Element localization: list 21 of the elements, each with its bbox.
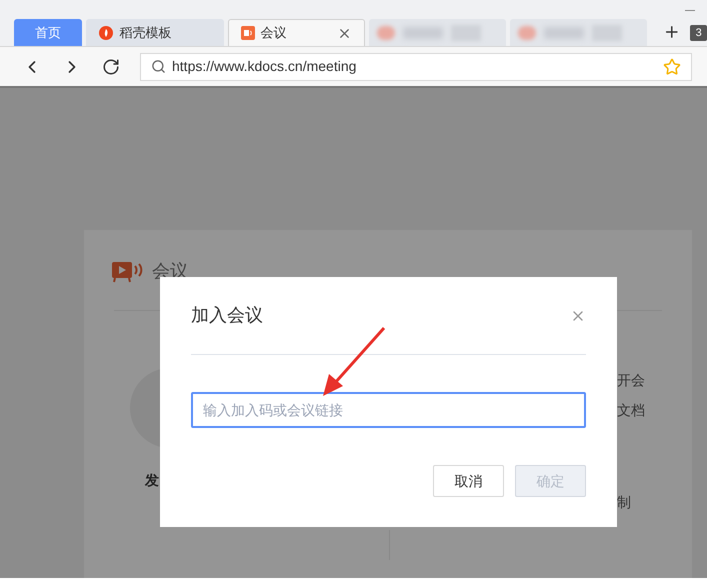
flame-icon — [99, 26, 114, 40]
address-bar[interactable]: https://www.kdocs.cn/meeting — [140, 52, 692, 80]
search-icon — [151, 59, 166, 74]
browser-tab[interactable]: 稻壳模板 — [86, 19, 224, 46]
page-text: 发 — [145, 471, 159, 490]
page-text: 制 — [617, 493, 631, 512]
dialog-title: 加入会议 — [191, 304, 263, 327]
url-text: https://www.kdocs.cn/meeting — [172, 57, 358, 76]
star-icon[interactable] — [663, 58, 681, 76]
tab-count[interactable]: 3 — [690, 25, 707, 41]
page-text: 文档 — [617, 401, 645, 420]
page-text: 开会 — [617, 371, 645, 390]
pointer-arrow — [320, 326, 386, 398]
tab-label: 会议 — [260, 24, 288, 42]
input-field[interactable]: 输入加入码或会议链接 — [191, 392, 586, 428]
cancel-button[interactable]: 取消 — [433, 465, 504, 497]
video-icon — [240, 26, 255, 40]
reload-icon[interactable] — [102, 58, 120, 76]
meeting-icon — [112, 260, 144, 282]
tab-label: 稻壳模板 — [119, 24, 172, 42]
browser-tab[interactable]: 会议 — [228, 19, 365, 46]
